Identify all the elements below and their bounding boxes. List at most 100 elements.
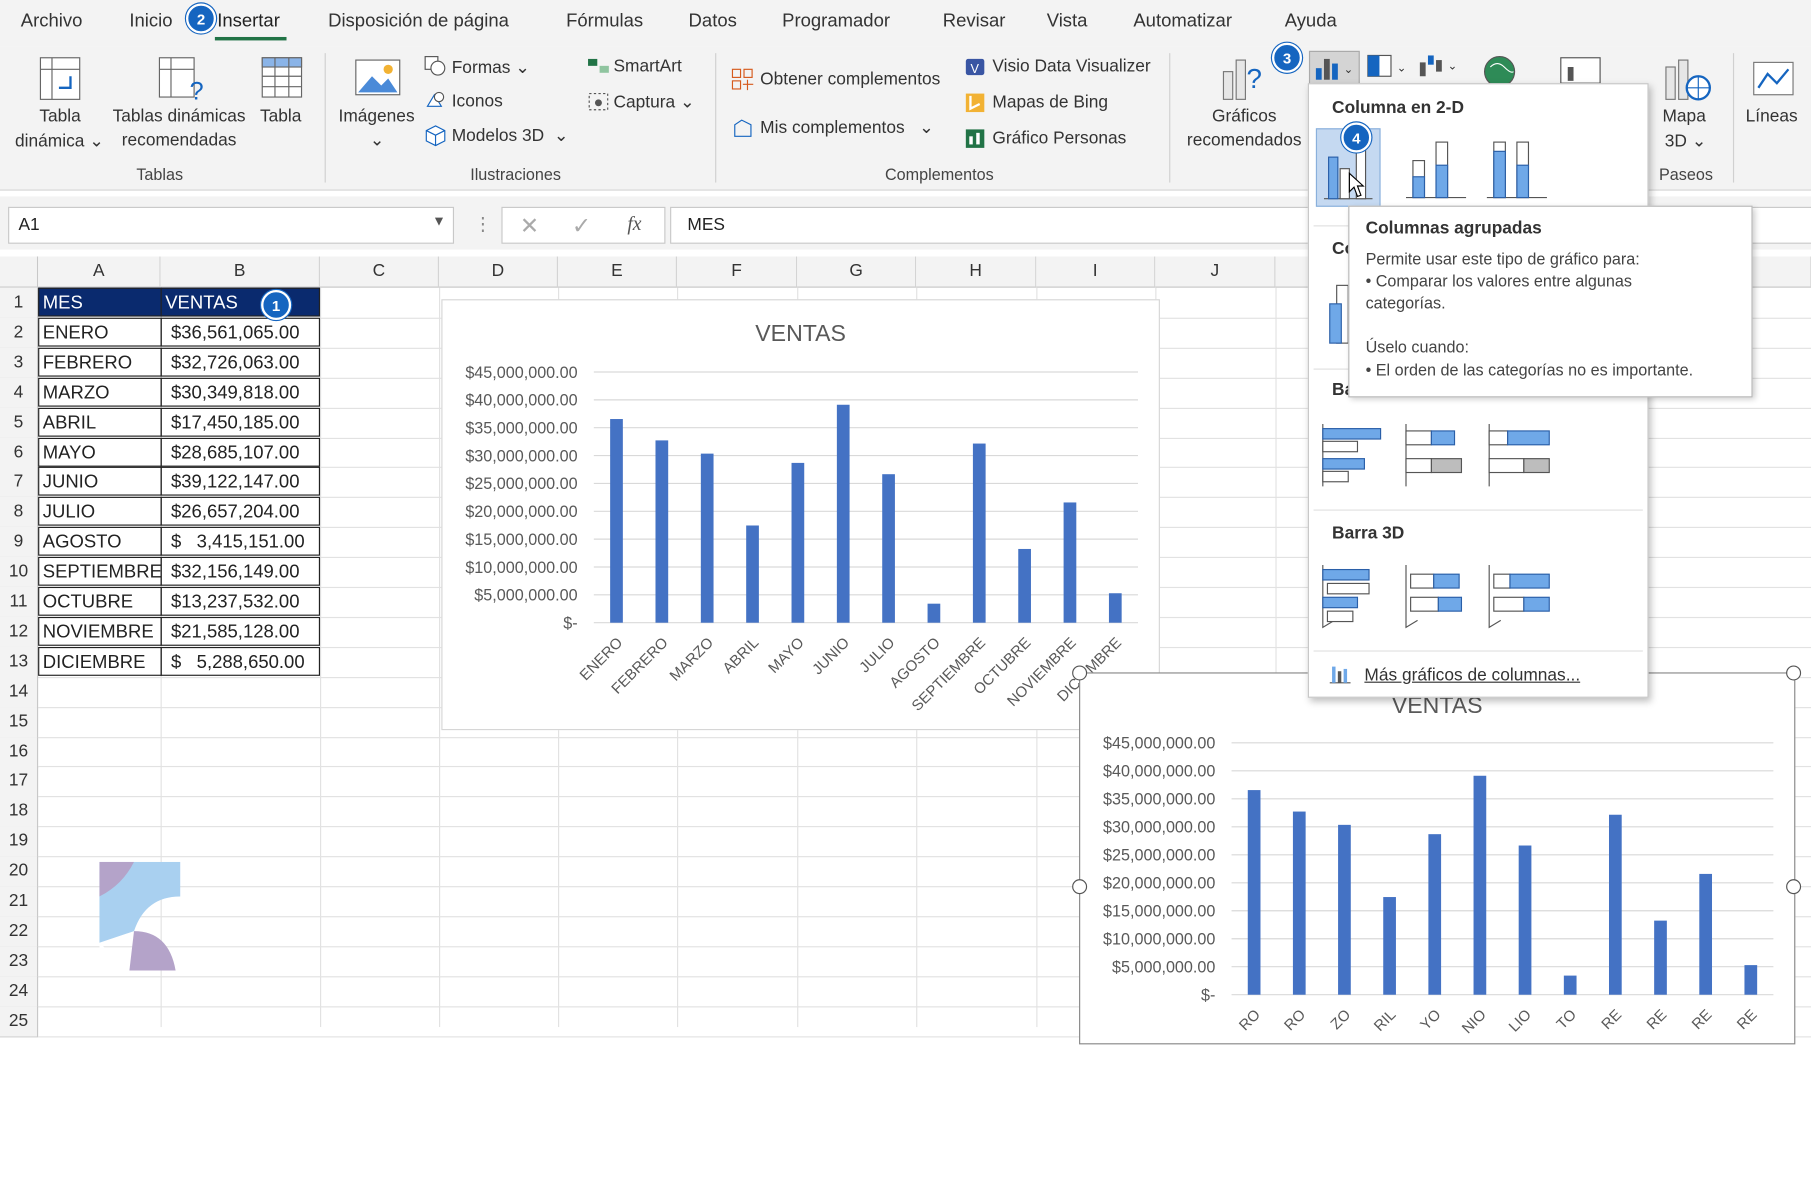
row-header-9[interactable]: 9 <box>0 527 39 559</box>
visio-button[interactable]: Visio Data Visualizer <box>992 57 1150 77</box>
row-header-7[interactable]: 7 <box>0 467 39 499</box>
resize-handle[interactable] <box>1072 879 1088 895</box>
table-cell-mes[interactable]: AGOSTO <box>38 527 162 556</box>
row-header-6[interactable]: 6 <box>0 437 39 469</box>
insert-column-chart-button[interactable]: ⌄ <box>1308 50 1360 86</box>
enter-icon[interactable]: ✓ <box>572 211 591 240</box>
column-header-H[interactable]: H <box>916 256 1037 288</box>
tablas-recomendadas-label-1[interactable]: Tablas dinámicas <box>111 106 247 126</box>
table-cell-ventas[interactable]: $13,237,532.00 <box>160 586 321 616</box>
row-header-1[interactable]: 1 <box>0 287 39 319</box>
100-stacked-bar-option[interactable] <box>1485 419 1554 491</box>
row-header-5[interactable]: 5 <box>0 407 39 439</box>
resize-handle[interactable] <box>1786 879 1802 895</box>
menu-archivo[interactable]: Archivo <box>21 12 83 33</box>
select-all-corner[interactable] <box>0 256 39 288</box>
3d-map-icon[interactable] <box>1661 55 1712 104</box>
table-header-mes[interactable]: MES <box>38 287 162 317</box>
menu-insertar[interactable]: Insertar <box>217 12 280 33</box>
chevron-down-icon[interactable]: ▼ <box>432 213 446 229</box>
table-cell-mes[interactable]: MAYO <box>38 437 162 467</box>
menu-vista[interactable]: Vista <box>1047 12 1088 33</box>
stacked-bar-option[interactable] <box>1401 419 1470 491</box>
mapa-3d-label-1[interactable]: Mapa <box>1662 106 1705 126</box>
menu-automatizar[interactable]: Automatizar <box>1133 12 1232 33</box>
graficos-recomendados-label-1[interactable]: Gráficos <box>1181 106 1308 126</box>
100-stacked-column-option[interactable] <box>1482 131 1551 203</box>
smartart-button[interactable]: SmartArt <box>613 57 681 77</box>
row-header-25[interactable]: 25 <box>0 1005 39 1037</box>
table-cell-mes[interactable]: ENERO <box>38 317 162 347</box>
more-column-charts-link[interactable]: Más gráficos de columnas... <box>1364 665 1580 685</box>
row-header-17[interactable]: 17 <box>0 766 39 798</box>
pivot-chart-icon[interactable] <box>1558 53 1604 85</box>
mapa-3d-label-2[interactable]: 3D ⌄ <box>1665 131 1707 152</box>
table-cell-mes[interactable]: FEBRERO <box>38 347 162 377</box>
row-header-10[interactable]: 10 <box>0 556 39 589</box>
mis-complementos-button[interactable]: Mis complementos ⌄ <box>760 117 933 138</box>
table-cell-mes[interactable]: OCTUBRE <box>38 586 162 616</box>
row-header-8[interactable]: 8 <box>0 497 39 529</box>
table-cell-ventas[interactable]: $26,657,204.00 <box>160 497 321 527</box>
row-header-24[interactable]: 24 <box>0 975 39 1008</box>
clustered-bar-option[interactable] <box>1318 419 1387 491</box>
imagenes-label[interactable]: Imágenes <box>339 106 415 126</box>
grafico-personas-button[interactable]: Gráfico Personas <box>992 128 1126 148</box>
resize-handle[interactable] <box>1072 665 1088 681</box>
kebab-icon[interactable]: ⋮ <box>474 213 492 236</box>
tabla-dinamica-label-2[interactable]: dinámica ⌄ <box>15 131 104 152</box>
maps-chart-icon[interactable] <box>1481 53 1520 86</box>
recommended-pivot-icon[interactable]: ? <box>157 55 206 102</box>
mapas-bing-button[interactable]: Mapas de Bing <box>992 92 1108 112</box>
table-icon[interactable] <box>260 55 304 101</box>
row-header-11[interactable]: 11 <box>0 586 39 619</box>
table-cell-ventas[interactable]: $28,685,107.00 <box>160 437 321 467</box>
table-cell-ventas[interactable]: $39,122,147.00 <box>160 467 321 497</box>
name-box[interactable]: A1 ▼ <box>8 206 455 244</box>
column-header-D[interactable]: D <box>439 256 559 288</box>
chart-1[interactable]: VENTAS $- $5,000,000.00 $10,000,000.00 $15,0… <box>441 299 1160 731</box>
menu-revisar[interactable]: Revisar <box>943 12 1006 33</box>
row-header-19[interactable]: 19 <box>0 826 39 858</box>
3d-100-stacked-bar-option[interactable] <box>1485 558 1554 634</box>
row-header-13[interactable]: 13 <box>0 646 39 678</box>
menu-inicio[interactable]: Inicio <box>129 12 172 33</box>
column-header-E[interactable]: E <box>558 256 678 288</box>
recommended-charts-icon[interactable]: ? <box>1219 53 1272 104</box>
graficos-recomendados-label-2[interactable]: recomendados <box>1181 131 1308 151</box>
table-cell-ventas[interactable]: $21,585,128.00 <box>160 616 321 646</box>
table-cell-ventas[interactable]: $36,561,065.00 <box>160 317 321 347</box>
row-header-16[interactable]: 16 <box>0 736 39 768</box>
row-header-20[interactable]: 20 <box>0 856 39 888</box>
table-cell-ventas[interactable]: $32,726,063.00 <box>160 347 321 377</box>
table-cell-mes[interactable]: DICIEMBRE <box>38 646 162 676</box>
row-header-4[interactable]: 4 <box>0 377 39 409</box>
tabla-dinamica-label-1[interactable]: Tabla <box>16 106 104 126</box>
column-header-G[interactable]: G <box>797 256 917 288</box>
table-header-ventas[interactable]: VENTAS <box>160 287 321 317</box>
resize-handle[interactable] <box>1786 665 1802 681</box>
captura-button[interactable]: Captura ⌄ <box>613 91 694 112</box>
stacked-column-option[interactable] <box>1401 131 1470 203</box>
column-header-I[interactable]: I <box>1036 256 1156 288</box>
table-cell-ventas[interactable]: $ 3,415,151.00 <box>160 527 321 556</box>
table-cell-ventas[interactable]: $ 5,288,650.00 <box>160 646 321 676</box>
lineas-label[interactable]: Líneas <box>1746 106 1798 126</box>
row-header-21[interactable]: 21 <box>0 886 39 918</box>
menu-disposicion[interactable]: Disposición de página <box>328 12 509 33</box>
images-icon[interactable] <box>354 58 403 100</box>
table-cell-mes[interactable]: SEPTIEMBRE <box>38 556 162 586</box>
column-header-F[interactable]: F <box>677 256 798 288</box>
hierarchy-chart-icon[interactable]: ⌄ <box>1366 53 1412 81</box>
row-header-15[interactable]: 15 <box>0 706 39 738</box>
table-cell-mes[interactable]: JUNIO <box>38 467 162 497</box>
obtener-complementos-button[interactable]: Obtener complementos <box>760 69 940 89</box>
row-header-23[interactable]: 23 <box>0 945 39 978</box>
sparkline-line-icon[interactable] <box>1751 60 1795 99</box>
column-header-B[interactable]: B <box>160 256 321 288</box>
fx-icon[interactable]: fx <box>627 213 641 236</box>
row-header-2[interactable]: 2 <box>0 317 39 349</box>
3d-clustered-bar-option[interactable] <box>1318 558 1387 634</box>
3d-stacked-bar-option[interactable] <box>1401 558 1470 634</box>
menu-ayuda[interactable]: Ayuda <box>1285 12 1337 33</box>
